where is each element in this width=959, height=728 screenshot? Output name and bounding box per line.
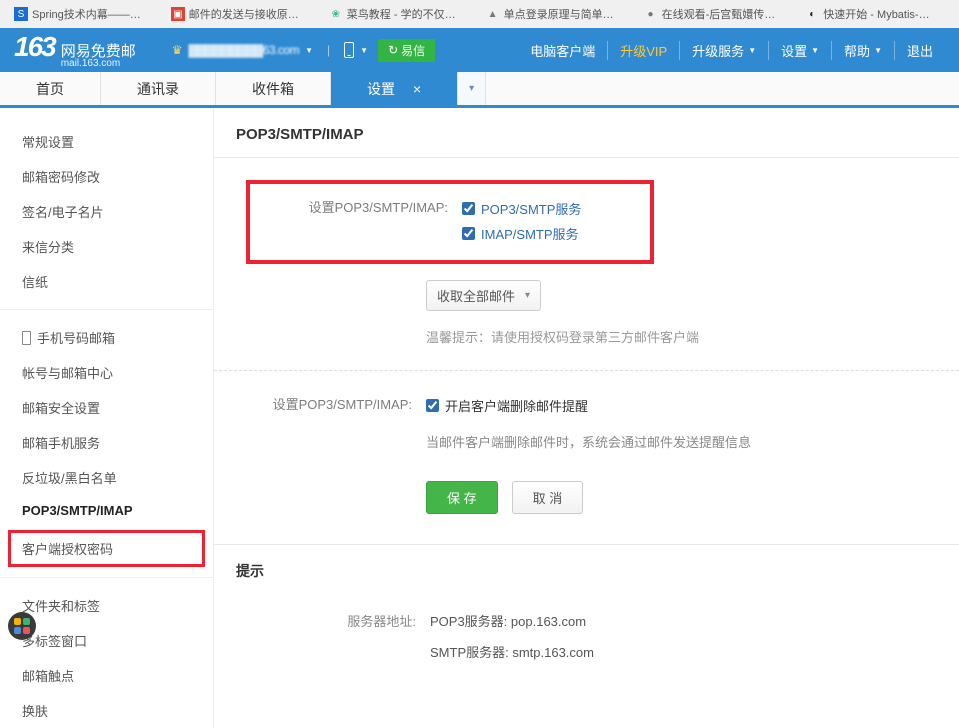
favicon-icon: ❀	[329, 7, 343, 21]
sidebar-item[interactable]: 签名/电子名片	[0, 194, 213, 229]
sidebar-item-client-auth[interactable]: 客户端授权密码	[8, 530, 205, 567]
nav-tabs: 首页 通讯录 收件箱 设置 × ▾	[0, 72, 959, 108]
tab-contacts[interactable]: 通讯录	[101, 72, 216, 105]
pop3-server-value: POP3服务器: pop.163.com	[416, 611, 586, 630]
pop3-smtp-checkbox[interactable]: POP3/SMTP服务	[462, 196, 581, 221]
delete-setting-label: 设置POP3/SMTP/IMAP:	[214, 393, 412, 413]
sidebar-item[interactable]: 邮箱触点	[0, 658, 213, 693]
smtp-server-value: SMTP服务器: smtp.163.com	[416, 642, 594, 661]
tab-home[interactable]: 首页	[0, 72, 101, 105]
imap-smtp-checkbox[interactable]: IMAP/SMTP服务	[462, 221, 581, 246]
yixin-button[interactable]: ↻ 易信	[378, 39, 435, 62]
crown-icon: ♛	[172, 43, 183, 57]
browser-tab[interactable]: SSpring技术内幕——…	[8, 6, 147, 22]
upgrade-vip-link[interactable]: 升级VIP	[607, 41, 679, 60]
panel-title: POP3/SMTP/IMAP	[214, 126, 959, 158]
fetch-scope-dropdown[interactable]: 收取全部邮件 ▾	[426, 280, 541, 311]
sidebar-item[interactable]: 邮箱手机服务	[0, 425, 213, 460]
caret-down-icon[interactable]: ▼	[305, 46, 313, 55]
delete-info-text: 当邮件客户端删除邮件时，系统会通过邮件发送提醒信息	[426, 432, 959, 451]
mail-header: 163 网易免费邮 mail.163.com ♛ ▓▓▓▓▓▓▓▓▓63.com…	[0, 28, 959, 72]
tab-dropdown[interactable]: ▾	[458, 72, 486, 105]
sidebar-item[interactable]: 来信分类	[0, 229, 213, 264]
favicon-icon: S	[14, 7, 28, 21]
server-address-label: 服务器地址:	[236, 611, 416, 630]
logo-cn: 网易免费邮	[61, 44, 136, 59]
sidebar-item-phone-mail[interactable]: 手机号码邮箱	[0, 320, 213, 355]
tab-settings[interactable]: 设置 ×	[331, 72, 458, 105]
logo-en: mail.163.com	[61, 59, 136, 69]
sidebar-item[interactable]: 反垃圾/黑白名单	[0, 460, 213, 495]
browser-tab-strip: SSpring技术内幕——… ▣邮件的发送与接收原… ❀菜鸟教程 - 学的不仅… ▲单…	[0, 0, 959, 28]
cancel-button[interactable]: 取 消	[512, 481, 584, 514]
browser-tab[interactable]: ●在线观看-后宫甄嬛传…	[638, 6, 782, 22]
floating-apps-button[interactable]	[8, 612, 36, 640]
tip-text: 温馨提示：请使用授权码登录第三方邮件客户端	[426, 327, 959, 346]
browser-tab[interactable]: ▣邮件的发送与接收原…	[165, 6, 305, 22]
logo[interactable]: 163 网易免费邮 mail.163.com	[14, 31, 136, 69]
tab-inbox[interactable]: 收件箱	[216, 72, 331, 105]
favicon-icon: ●	[644, 7, 658, 21]
caret-down-icon[interactable]: ▼	[360, 46, 368, 55]
favicon-icon: ◐	[805, 7, 819, 21]
user-email[interactable]: ▓▓▓▓▓▓▓▓▓63.com	[189, 43, 300, 57]
upgrade-service-link[interactable]: 升级服务▼	[679, 41, 768, 60]
refresh-icon: ↻	[388, 43, 398, 57]
browser-tab[interactable]: ❀菜鸟教程 - 学的不仅…	[323, 6, 462, 22]
settings-link[interactable]: 设置▼	[768, 41, 831, 60]
highlighted-settings: 设置POP3/SMTP/IMAP: POP3/SMTP服务 IMAP/SMTP服…	[246, 180, 654, 264]
phone-icon	[22, 331, 31, 345]
browser-tab[interactable]: ◐快速开始 - Mybatis-…	[799, 6, 935, 22]
phone-icon[interactable]	[344, 42, 354, 58]
sidebar-item-pop3[interactable]: POP3/SMTP/IMAP	[0, 495, 213, 526]
browser-tab[interactable]: ▲单点登录原理与简单…	[480, 6, 620, 22]
sidebar-item[interactable]: 常规设置	[0, 124, 213, 159]
pc-client-link[interactable]: 电脑客户端	[518, 41, 607, 60]
tips-title: 提示	[236, 561, 937, 581]
chevron-down-icon: ▾	[525, 290, 530, 301]
favicon-icon: ▣	[171, 7, 185, 21]
help-link[interactable]: 帮助▼	[831, 41, 894, 60]
sidebar-item[interactable]: 邮箱密码修改	[0, 159, 213, 194]
favicon-icon: ▲	[486, 7, 500, 21]
logo-number: 163	[14, 31, 55, 63]
sidebar-item[interactable]: 换肤	[0, 693, 213, 728]
delete-reminder-checkbox[interactable]: 开启客户端删除邮件提醒	[426, 393, 588, 418]
sidebar-item[interactable]: 邮箱安全设置	[0, 390, 213, 425]
save-button[interactable]: 保 存	[426, 481, 498, 514]
settings-main: POP3/SMTP/IMAP 设置POP3/SMTP/IMAP: POP3/SM…	[214, 108, 959, 728]
logout-link[interactable]: 退出	[894, 41, 945, 60]
setting-label: 设置POP3/SMTP/IMAP:	[250, 196, 448, 216]
sidebar-item[interactable]: 信纸	[0, 264, 213, 299]
close-icon[interactable]: ×	[413, 81, 421, 97]
sidebar-item[interactable]: 帐号与邮箱中心	[0, 355, 213, 390]
